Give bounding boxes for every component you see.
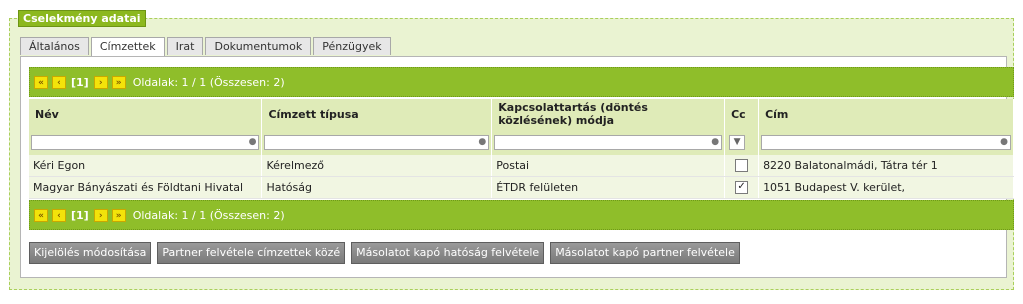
next-page-button[interactable]: › — [93, 75, 108, 89]
column-header-tipus[interactable]: Címzett típusa — [261, 99, 493, 129]
filter-input-nev[interactable]: ● — [31, 134, 260, 150]
filter-icon[interactable]: ● — [478, 137, 486, 147]
action-buttons: Kijelölés módosítása Partner felvétele c… — [29, 242, 746, 264]
pager-bottom: « ‹ [1] › » Oldalak: 1 / 1 (Összesen: 2) — [29, 200, 1014, 230]
table-row[interactable]: Kéri Egon Kérelmező Postai 8220 Balatona… — [29, 155, 1014, 177]
pager-top: « ‹ [1] › » Oldalak: 1 / 1 (Összesen: 2) — [29, 67, 1014, 97]
modify-selection-button[interactable]: Kijelölés módosítása — [29, 242, 152, 264]
filter-icon[interactable]: ● — [711, 137, 719, 147]
filter-input-kapcsolattartas[interactable]: ● — [494, 134, 723, 150]
pager-info: Oldalak: 1 / 1 (Összesen: 2) — [132, 208, 285, 222]
filter-icon[interactable]: ● — [1000, 137, 1008, 147]
tab-altalanos[interactable]: Általános — [20, 37, 89, 55]
first-page-button[interactable]: « — [34, 208, 48, 222]
column-header-cc[interactable]: Cc — [724, 99, 760, 129]
chevron-down-icon: ▼ — [733, 136, 741, 147]
cell-nev: Magyar Bányászati és Földtani Hivatal — [29, 176, 263, 199]
cell-cc: ✓ — [724, 176, 760, 199]
cell-tipus: Kérelmező — [261, 155, 493, 177]
filter-cell: ● — [29, 129, 263, 155]
filter-cell: ● — [491, 129, 726, 155]
tab-penzugyek[interactable]: Pénzügyek — [313, 37, 391, 55]
column-header-nev[interactable]: Név — [29, 99, 263, 129]
cell-cc — [724, 155, 760, 177]
add-copy-partner-button[interactable]: Másolatot kapó partner felvétele — [550, 242, 740, 264]
column-header-cim[interactable]: Cím — [758, 99, 1014, 129]
next-page-button[interactable]: › — [93, 208, 108, 222]
cell-nev: Kéri Egon — [29, 155, 263, 177]
filter-input-tipus[interactable]: ● — [264, 134, 490, 150]
tab-bar: Általános Címzettek Irat Dokumentumok Pé… — [20, 37, 393, 57]
tab-cimzettek[interactable]: Címzettek — [90, 37, 165, 57]
add-copy-authority-button[interactable]: Másolatot kapó hatóság felvétele — [351, 242, 545, 264]
prev-page-button[interactable]: ‹ — [52, 75, 66, 89]
filter-cell: ● — [261, 129, 493, 155]
tab-dokumentumok[interactable]: Dokumentumok — [205, 37, 312, 55]
add-partner-button[interactable]: Partner felvétele címzettek közé — [157, 242, 346, 264]
prev-page-button[interactable]: ‹ — [52, 208, 66, 222]
current-page: [1] — [71, 75, 89, 89]
column-header-kapcsolattartas[interactable]: Kapcsolattartás (döntés közlésének) módj… — [491, 99, 726, 129]
filter-cell: ▼ — [724, 129, 760, 155]
filter-input-cim[interactable]: ● — [761, 134, 1011, 150]
cell-mod: Postai — [491, 155, 726, 177]
fieldset-legend: Cselekmény adatai — [18, 10, 146, 27]
first-page-button[interactable]: « — [34, 75, 48, 89]
last-page-button[interactable]: » — [111, 208, 126, 222]
pager-info: Oldalak: 1 / 1 (Összesen: 2) — [132, 75, 285, 89]
cell-cim: 1051 Budapest V. kerület, — [758, 176, 1014, 199]
tab-irat[interactable]: Irat — [166, 37, 204, 55]
last-page-button[interactable]: » — [111, 75, 126, 89]
cc-checkbox[interactable]: ✓ — [735, 181, 749, 195]
filter-icon[interactable]: ● — [249, 137, 257, 147]
cell-tipus: Hatóság — [261, 176, 493, 199]
current-page: [1] — [71, 208, 89, 222]
cell-mod: ÉTDR felületen — [491, 176, 726, 199]
filter-cell: ● — [758, 129, 1014, 155]
table-row[interactable]: Magyar Bányászati és Földtani Hivatal Ha… — [29, 176, 1014, 199]
cc-checkbox[interactable] — [735, 159, 749, 173]
cell-cim: 8220 Balatonalmádi, Tátra tér 1 — [758, 155, 1014, 177]
recipients-table: Név Címzett típusa Kapcsolattartás (dönt… — [29, 99, 1014, 199]
filter-select-cc[interactable]: ▼ — [729, 134, 746, 150]
